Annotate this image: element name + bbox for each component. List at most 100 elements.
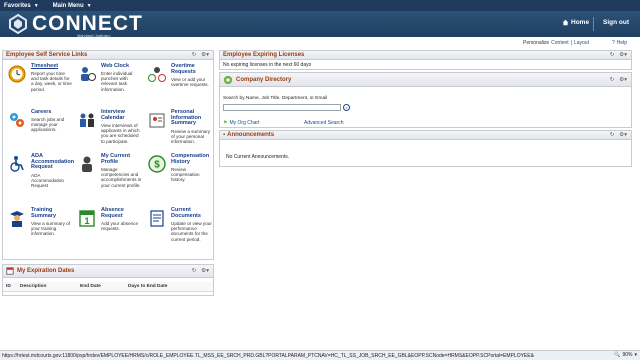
settings-icon[interactable]: ⚙▾ — [619, 132, 627, 138]
logo-text: CONNECT — [32, 12, 143, 35]
org-chart-label: My Org Chart — [229, 120, 260, 126]
calendar-icon — [6, 267, 14, 275]
careers-gears-icon — [10, 113, 24, 127]
ess-item-absence-request[interactable]: 1 Absence Request Add your absence reque… — [75, 207, 143, 261]
ess-item-desc: Enter individual punches with relevant t… — [101, 71, 133, 92]
dollar-coin-icon: $ — [148, 155, 166, 173]
announcements-message: No Current Announcements. — [226, 154, 290, 160]
column-header-description: Description — [20, 284, 47, 289]
refresh-icon[interactable]: ↻ — [610, 52, 615, 58]
svg-text:$: $ — [154, 160, 160, 171]
personalize-separator: | — [570, 40, 572, 46]
column-header-id: ID — [6, 284, 11, 289]
pagelet-header: Employee Self Service Links ↻ ⚙▾ — [3, 51, 213, 60]
refresh-icon[interactable]: ↻ — [192, 52, 197, 58]
settings-icon[interactable]: ⚙▾ — [619, 52, 627, 58]
ess-item-title: Training Summary — [31, 207, 57, 219]
ess-item-desc: View a summary of your training informat… — [31, 221, 70, 237]
home-icon — [562, 19, 569, 26]
svg-text:1: 1 — [84, 216, 89, 226]
graduate-icon — [10, 211, 24, 227]
ess-item-desc: Review a summary of your personal inform… — [171, 129, 211, 145]
profile-person-icon — [82, 156, 92, 172]
pagelet-title: My Expiration Dates — [17, 268, 75, 274]
timesheet-clock-icon — [8, 65, 26, 83]
help-link[interactable]: ? Help — [612, 40, 627, 46]
ess-item-title: Absence Request — [101, 207, 124, 219]
web-clock-person-icon — [81, 67, 96, 81]
zoom-control[interactable]: 🔍 90% ▾ — [614, 352, 637, 358]
help-icon: ? — [612, 40, 615, 46]
connect-logo[interactable]: CONNECT Maryland Judiciary — [7, 12, 143, 38]
favorites-menu[interactable]: Favorites ▼ — [4, 3, 39, 9]
expiring-licenses-pagelet: Employee Expiring Licenses ↻ ⚙▾ No expir… — [219, 50, 632, 70]
org-chart-link[interactable]: ⚑ My Org Chart — [223, 120, 260, 126]
ess-links-pagelet: Employee Self Service Links ↻ ⚙▾ Timeshe… — [2, 50, 214, 260]
expiration-table-header: ID Description End Date Days to End Date — [3, 282, 213, 292]
ess-item-title: Current Documents — [171, 207, 201, 219]
ess-item-title: Personal Information Summary — [171, 109, 202, 127]
ess-item-current-profile[interactable]: My Current Profile Manage competencies a… — [75, 153, 143, 207]
ess-item-title: My Current Profile — [101, 153, 131, 165]
ess-item-desc: Manage competencies and accomplishments … — [101, 167, 142, 188]
home-link[interactable]: Home — [562, 19, 589, 26]
zoom-icon: 🔍 — [614, 352, 621, 358]
collapse-icon[interactable]: ▪ — [223, 132, 225, 138]
document-icon — [150, 210, 164, 227]
pagelet-title: Employee Expiring Licenses — [223, 52, 305, 58]
browser-status-bar: https://hrtest.mdcourts.gov:11800/psp/hr… — [0, 350, 640, 360]
personalize-bar: Personalize Content | Layout — [523, 40, 589, 46]
settings-icon[interactable]: ⚙▾ — [201, 52, 209, 58]
pagelet-header: ▪ Announcements ↻ ⚙▾ — [220, 131, 631, 140]
logo-tagline: Maryland Judiciary — [77, 33, 111, 38]
ess-item-desc: View or add your overtime requests. — [171, 77, 209, 88]
sign-out-link[interactable]: Sign out — [603, 19, 629, 26]
search-go-icon[interactable]: » — [343, 104, 350, 111]
licenses-message: No expiring licenses in the next 60 days — [223, 62, 312, 68]
interview-people-icon — [80, 113, 94, 127]
refresh-icon[interactable]: ↻ — [610, 77, 615, 83]
ess-item-training-summary[interactable]: Training Summary View a summary of your … — [5, 207, 73, 261]
expiration-dates-pagelet: My Expiration Dates ↻ ⚙▾ ID Description … — [2, 264, 214, 296]
personal-info-card-icon — [149, 113, 165, 128]
ess-item-title: Web Clock — [101, 63, 130, 69]
refresh-icon[interactable]: ↻ — [610, 132, 615, 138]
ess-item-title: Interview Calendar — [101, 109, 125, 121]
ess-item-title: Overtime Requests — [171, 63, 196, 75]
chevron-down-icon: ▼ — [86, 2, 92, 9]
directory-search-input[interactable] — [223, 104, 341, 111]
ess-item-desc: Update or view your performance document… — [171, 221, 212, 242]
wheelchair-icon — [10, 156, 24, 172]
ess-item-current-documents[interactable]: Current Documents Update or view your pe… — [145, 207, 213, 261]
main-menu[interactable]: Main Menu ▼ — [53, 3, 92, 9]
header-banner: CONNECT Maryland Judiciary Home Sign out — [0, 11, 640, 38]
status-url: https://hrtest.mdcourts.gov:11800/psp/hr… — [2, 352, 534, 359]
chevron-down-icon: ▾ — [634, 352, 637, 358]
calendar-icon: 1 — [79, 210, 95, 227]
ess-item-desc: Review compensation history. — [171, 167, 200, 183]
ess-item-ada-request[interactable]: ADA Accommodation Request ADA Accommodat… — [5, 153, 74, 207]
ess-item-desc: Search jobs and manage your applications… — [31, 117, 65, 133]
pagelet-title: Company Directory — [236, 76, 292, 83]
ess-item-desc: Add your absence requests. — [101, 221, 139, 232]
zoom-level: 90% — [622, 352, 633, 358]
settings-icon[interactable]: ⚙▾ — [619, 77, 627, 83]
advanced-search-link[interactable]: Advanced Search — [304, 120, 343, 126]
ess-item-desc: View interviews of applicants in which y… — [101, 123, 140, 144]
directory-globe-icon — [223, 75, 233, 84]
ess-item-desc: ADA Accommodation Request — [31, 173, 64, 189]
overtime-clock-icon — [148, 67, 166, 82]
pagelet-header: Company Directory ↻ ⚙▾ — [220, 73, 631, 87]
help-label: Help — [616, 40, 628, 46]
ess-item-compensation-history[interactable]: $ Compensation History Review compensati… — [145, 153, 213, 207]
personalize-content-link[interactable]: Content — [551, 40, 569, 46]
personalize-layout-link[interactable]: Layout — [574, 40, 589, 46]
announcements-pagelet: ▪ Announcements ↻ ⚙▾ No Current Announce… — [219, 130, 632, 167]
refresh-icon[interactable]: ↻ — [192, 268, 197, 274]
settings-icon[interactable]: ⚙▾ — [201, 268, 209, 274]
ess-item-title: Compensation History — [171, 153, 210, 165]
org-chart-icon: ⚑ — [223, 120, 228, 126]
header-divider — [593, 17, 594, 31]
personalize-label: Personalize — [523, 40, 550, 46]
company-directory-pagelet: Company Directory ↻ ⚙▾ Search by Name, J… — [219, 72, 632, 128]
